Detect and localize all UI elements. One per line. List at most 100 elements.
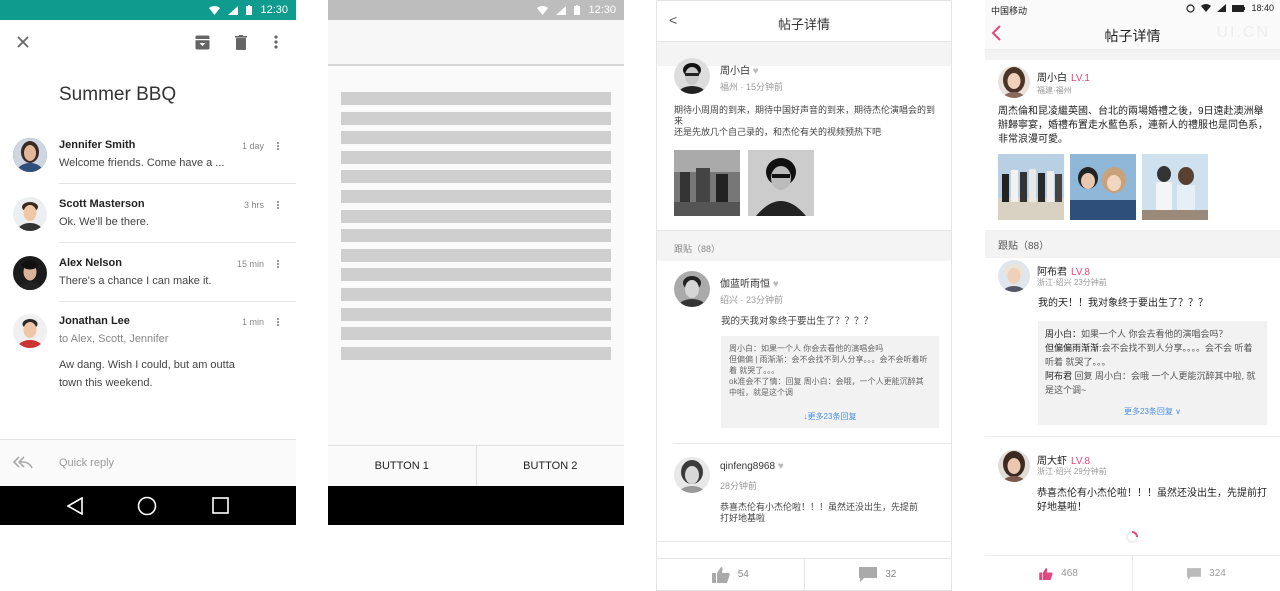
avatar (674, 58, 710, 94)
comment-button[interactable]: 324 (1132, 556, 1280, 591)
message-more-icon[interactable] (276, 259, 280, 269)
heart-badge-icon: ♥ (772, 279, 779, 290)
message-item[interactable]: Alex Nelson 15 min There's a chance I ca… (0, 254, 296, 302)
post-photo[interactable] (748, 150, 814, 216)
message-time: 1 day (241, 141, 264, 151)
level-badge: LV.1 (1071, 73, 1090, 84)
post-detail-screen-a: < 帖子详情 周小白 ♥ 福州 · 15分钟前 期待小周周的到来，期待中国好声音… (656, 0, 952, 591)
post-meta: 福州 · 15分钟前 (720, 82, 784, 92)
close-icon[interactable] (13, 32, 33, 52)
archive-icon[interactable] (192, 32, 212, 52)
message-sender: Scott Masterson (59, 198, 145, 210)
reply-meta: 绍兴 · 23分钟前 (720, 295, 784, 305)
divider (657, 541, 951, 542)
quick-reply-bar[interactable]: Quick reply (0, 439, 296, 486)
placeholder-line (341, 131, 611, 145)
message-time: 15 min (236, 259, 264, 269)
back-nav-icon[interactable] (67, 496, 83, 515)
quote-text: 周小白：如果一个人 你会去看他的演唱会吗 但偏偏 | 雨渐渐：会不会找不到人分享… (729, 344, 928, 397)
like-button[interactable]: 468 (985, 556, 1132, 591)
message-item[interactable]: Scott Masterson 3 hrs Ok. We'll be there… (0, 195, 296, 243)
more-replies-link[interactable]: 更多23条回复 ∨ (1038, 405, 1267, 419)
home-nav-icon[interactable] (137, 496, 157, 516)
message-more-icon[interactable] (276, 141, 280, 151)
divider (59, 301, 296, 302)
more-vert-icon[interactable] (266, 32, 286, 52)
more-replies-link[interactable]: ↓更多23条回复 (721, 411, 939, 422)
avatar (13, 197, 47, 231)
post-photo[interactable] (674, 150, 740, 216)
wifi-icon (1201, 4, 1212, 12)
status-time: 12:30 (588, 4, 616, 16)
divider (673, 443, 951, 444)
reply-text: 恭喜杰伦有小杰伦啦！！！虽然还没出生，先提前打好地基啦 (720, 502, 919, 523)
quick-reply-input[interactable]: Quick reply (59, 457, 114, 469)
button-bar: BUTTON 1 BUTTON 2 (328, 445, 624, 486)
like-button[interactable]: 54 (657, 559, 804, 590)
message-time: 3 hrs (243, 200, 264, 210)
status-time: 18:40 (1251, 3, 1274, 13)
placeholder-line (341, 189, 611, 203)
post-meta: 福建·福州 (1037, 86, 1072, 95)
message-more-icon[interactable] (276, 317, 280, 327)
header: 帖子详情 UI.CN (985, 18, 1280, 50)
placeholder-line (341, 268, 611, 282)
reply-meta: 浙江·绍兴 23分钟前 (1037, 278, 1107, 287)
placeholder-line (341, 150, 611, 164)
message-more-icon[interactable] (276, 200, 280, 210)
message-sender: Jennifer Smith (59, 139, 136, 151)
quote-line: 周小白：如果一个人 你会去看他的演唱会吗？ (1045, 329, 1228, 339)
avatar (13, 314, 47, 348)
button-2[interactable]: BUTTON 2 (475, 446, 625, 486)
divider (985, 436, 1280, 437)
signal-icon (556, 5, 567, 15)
delete-icon[interactable] (231, 32, 251, 52)
page-title: 帖子详情 (777, 17, 830, 32)
replies-count: 跟贴（88） (998, 241, 1050, 252)
wifi-icon (209, 5, 221, 15)
message-snippet: Ok. We'll be there. (59, 216, 149, 228)
wifi-icon (537, 5, 549, 15)
post-detail-screen-b: 中国移动 18:40 帖子详情 UI.CN 周小白 LV.1 福建·福州 周杰倫和… (985, 0, 1280, 591)
comment-count: 32 (885, 569, 897, 580)
app-bar (328, 20, 624, 66)
reply-author: qinfeng8968 ♥ (720, 461, 784, 472)
divider (59, 242, 296, 243)
post-photo[interactable] (998, 154, 1064, 220)
post-author: 周小白 ♥ (720, 66, 759, 77)
avatar (674, 271, 710, 307)
reply-meta: 浙江·绍兴 29分钟前 (1037, 467, 1107, 476)
post-photo[interactable] (1142, 154, 1208, 220)
like-count: 468 (1061, 568, 1078, 579)
replies-count: 跟贴（88） (674, 244, 721, 254)
reply-all-icon[interactable] (13, 456, 33, 469)
recents-nav-icon[interactable] (212, 497, 229, 514)
alarm-icon (1186, 3, 1196, 13)
button-1[interactable]: BUTTON 1 (328, 446, 476, 486)
header: < 帖子详情 (657, 1, 951, 42)
system-nav-bar (328, 486, 624, 525)
message-item[interactable]: Jennifer Smith 1 day Welcome friends. Co… (0, 136, 296, 184)
message-time: 1 min (241, 317, 264, 327)
placeholder-line (341, 287, 611, 301)
loading-spinner-icon (1125, 530, 1139, 544)
placeholder-line (341, 209, 611, 223)
quote-line: 但偏偏雨渐渐:会不会找不到人分享。。。。会不会 听着听着 就哭了。。。 (1045, 343, 1253, 367)
battery-icon (574, 5, 581, 15)
carrier-name: 中国移动 (991, 6, 1028, 16)
message-item-expanded[interactable]: Jonathan Lee 1 min to Alex, Scott, Jenni… (0, 312, 296, 432)
thread-subject: Summer BBQ (59, 84, 177, 105)
comment-count: 324 (1209, 568, 1226, 579)
heart-badge-icon: ♥ (777, 461, 784, 472)
replies-header: 跟贴（88） (985, 230, 1280, 258)
placeholder-lines (341, 92, 611, 366)
message-snippet: Welcome friends. Come have a ... (59, 157, 225, 169)
post-photo[interactable] (1070, 154, 1136, 220)
comment-button[interactable]: 32 (803, 559, 952, 590)
placeholder-line (341, 327, 611, 341)
placeholder-line (341, 346, 611, 360)
placeholder-line (341, 170, 611, 184)
message-sender: Jonathan Lee (59, 315, 130, 327)
reply-author: 周大虾 LV.8 (1037, 456, 1090, 467)
avatar (998, 66, 1030, 98)
